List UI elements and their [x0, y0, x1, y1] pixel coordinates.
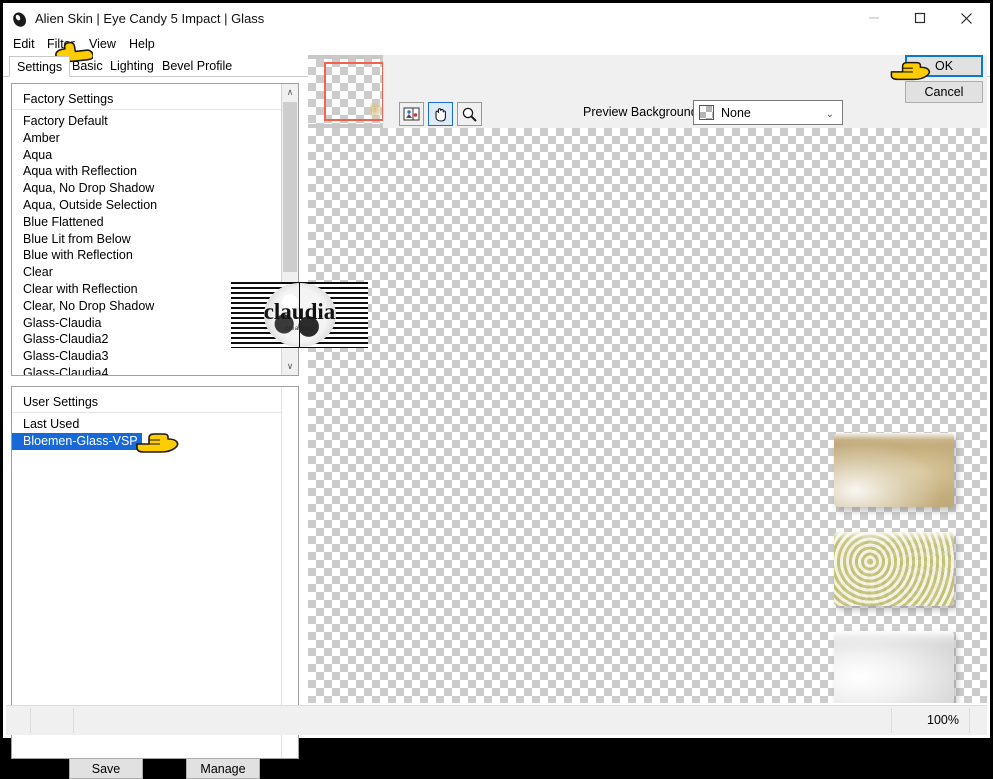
title-bar: Alien Skin | Eye Candy 5 Impact | Glass: [3, 3, 990, 36]
user-preset-label: Last Used: [23, 417, 80, 431]
factory-preset-item[interactable]: Aqua: [12, 147, 298, 164]
hand-pan-button[interactable]: [428, 102, 453, 126]
factory-preset-item[interactable]: Aqua with Reflection: [12, 163, 298, 180]
application-window: Alien Skin | Eye Candy 5 Impact | Glass …: [0, 0, 993, 779]
save-button[interactable]: Save: [69, 758, 143, 779]
chevron-down-icon[interactable]: ⌄: [826, 109, 834, 120]
ok-button[interactable]: OK: [905, 55, 983, 77]
user-preset-item[interactable]: Last Used: [12, 416, 298, 433]
user-list-scrollbar[interactable]: [281, 387, 298, 758]
status-separator-4: [969, 708, 970, 733]
scroll-down-icon[interactable]: ∨: [282, 358, 298, 375]
factory-preset-item[interactable]: Aqua, Outside Selection: [12, 197, 298, 214]
zoom-level-value: 100%: [927, 713, 959, 727]
maximize-icon: [914, 12, 926, 24]
navigator-thumbnail[interactable]: [308, 55, 384, 128]
preview-toolbar: Preview Background: None ⌄: [383, 55, 987, 128]
scrollbar-thumb[interactable]: [283, 102, 297, 272]
factory-preset-item[interactable]: Blue Lit from Below: [12, 231, 298, 248]
compare-before-after-button[interactable]: [399, 102, 424, 126]
tab-lighting[interactable]: Lighting: [103, 56, 161, 77]
menu-item-edit[interactable]: Edit: [9, 36, 39, 53]
glass-sample-2: [834, 532, 954, 606]
user-preset-label: Bloemen-Glass-VSP: [12, 432, 142, 450]
cancel-button[interactable]: Cancel: [905, 81, 983, 103]
factory-preset-item[interactable]: Aqua, No Drop Shadow: [12, 180, 298, 197]
watermark-subtext: creations: [285, 326, 314, 332]
status-bar: 100%: [6, 705, 987, 735]
factory-preset-item[interactable]: Amber: [12, 130, 298, 147]
preview-background-swatch-icon: [699, 105, 714, 120]
glass-sample-1: [834, 433, 954, 507]
maximize-button[interactable]: [897, 3, 943, 33]
factory-preset-item[interactable]: Glass-Claudia4: [12, 365, 298, 375]
preview-background-select[interactable]: None ⌄: [693, 100, 843, 125]
compare-before-after-icon: [403, 107, 419, 121]
user-settings-panel: User Settings Last Used Bloemen-Glass-VSP: [11, 386, 299, 759]
user-settings-header: User Settings: [23, 395, 99, 409]
user-preset-item[interactable]: Bloemen-Glass-VSP: [12, 432, 298, 450]
glass-sample-3: [834, 631, 954, 703]
navigator-content-speck: [370, 103, 382, 119]
minimize-button[interactable]: [851, 3, 897, 33]
window-title: Alien Skin | Eye Candy 5 Impact | Glass: [35, 11, 265, 26]
menu-item-filter[interactable]: Filter: [43, 36, 79, 53]
scroll-up-icon[interactable]: ∧: [282, 84, 298, 101]
menu-bar: Edit Filter View Help: [3, 34, 990, 54]
user-settings-list[interactable]: User Settings Last Used Bloemen-Glass-VSP: [12, 387, 298, 758]
factory-preset-item[interactable]: Blue Flattened: [12, 214, 298, 231]
manage-button[interactable]: Manage: [186, 758, 260, 779]
zoom-magnifier-button[interactable]: [457, 102, 482, 126]
tab-bevel-profile[interactable]: Bevel Profile: [155, 56, 239, 77]
minimize-icon: [869, 17, 879, 19]
status-separator-1: [30, 708, 31, 733]
claudia-watermark: claudia creations: [231, 282, 368, 348]
factory-settings-header: Factory Settings: [23, 92, 114, 106]
zoom-magnifier-icon: [462, 107, 477, 122]
menu-item-view[interactable]: View: [85, 36, 120, 53]
factory-preset-item[interactable]: Glass-Claudia3: [12, 348, 298, 365]
close-icon: [960, 12, 972, 24]
factory-preset-item[interactable]: Blue with Reflection: [12, 247, 298, 264]
dialog-button-group: OK Cancel: [905, 55, 983, 103]
preview-canvas[interactable]: [308, 128, 987, 703]
status-separator-3: [891, 708, 892, 733]
preview-background-value: None: [721, 106, 751, 120]
hand-pan-icon: [435, 107, 446, 122]
watermark-text: claudia: [263, 299, 336, 324]
preview-region: Preview Background: None ⌄: [308, 55, 987, 703]
tab-settings[interactable]: Settings: [9, 56, 71, 77]
factory-preset-item[interactable]: Clear: [12, 264, 298, 281]
alien-skin-icon: [11, 11, 29, 29]
close-button[interactable]: [943, 3, 989, 33]
preview-background-label: Preview Background:: [583, 105, 702, 119]
settings-column: Factory Settings Factory Default Amber Aqu…: [11, 83, 299, 779]
factory-preset-item[interactable]: Factory Default: [12, 113, 298, 130]
status-separator-2: [73, 708, 74, 733]
menu-item-help[interactable]: Help: [125, 36, 159, 53]
